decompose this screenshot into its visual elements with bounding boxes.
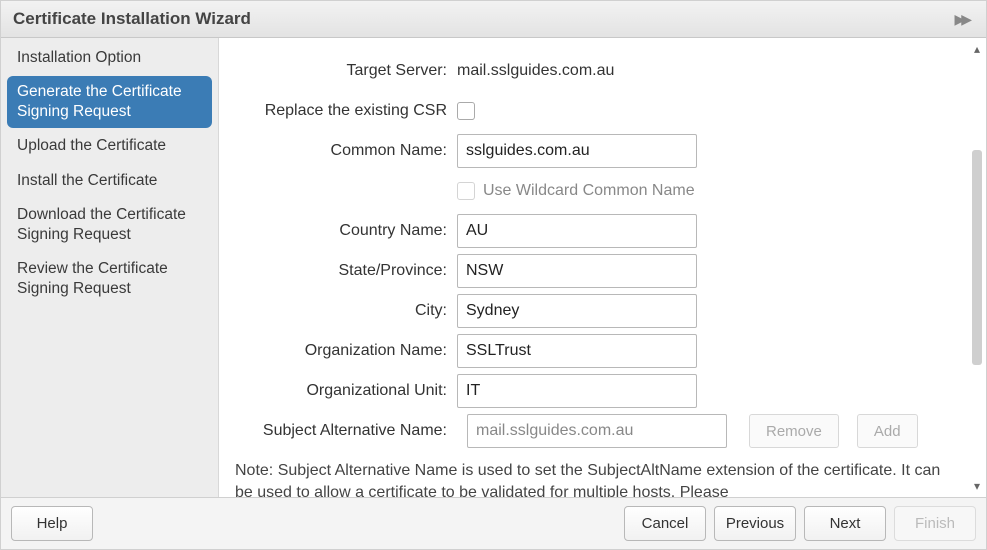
main-panel: Target Server: mail.sslguides.com.au Rep…: [219, 38, 986, 497]
footer: Help Cancel Previous Next Finish: [1, 497, 986, 549]
label-common-name: Common Name:: [229, 142, 457, 160]
cancel-button[interactable]: Cancel: [624, 506, 706, 541]
body: Installation Option Generate the Certifi…: [1, 38, 986, 497]
scroll-thumb[interactable]: [972, 150, 982, 365]
label-state: State/Province:: [229, 262, 457, 280]
step-installation-option[interactable]: Installation Option: [7, 42, 212, 74]
sidebar: Installation Option Generate the Certifi…: [1, 38, 219, 497]
label-city: City:: [229, 302, 457, 320]
add-san-button[interactable]: Add: [857, 414, 918, 448]
scroll-track[interactable]: [972, 60, 982, 475]
step-upload-certificate[interactable]: Upload the Certificate: [7, 130, 212, 162]
scrollbar[interactable]: ▴ ▾: [968, 38, 986, 497]
input-org-name[interactable]: [457, 334, 697, 368]
next-button[interactable]: Next: [804, 506, 886, 541]
sidebar-item-label: Download the Certificate Signing Request: [17, 206, 186, 243]
label-country: Country Name:: [229, 222, 457, 240]
remove-san-button[interactable]: Remove: [749, 414, 839, 448]
sidebar-item-label: Installation Option: [17, 49, 141, 66]
sidebar-item-label: Review the Certificate Signing Request: [17, 260, 168, 297]
window-title: Certificate Installation Wizard: [13, 9, 251, 29]
help-button[interactable]: Help: [11, 506, 93, 541]
input-city[interactable]: [457, 294, 697, 328]
input-san[interactable]: [467, 414, 727, 448]
label-org-unit: Organizational Unit:: [229, 382, 457, 400]
label-org-name: Organization Name:: [229, 342, 457, 360]
scroll-down-icon[interactable]: ▾: [974, 479, 980, 493]
form-area: Target Server: mail.sslguides.com.au Rep…: [219, 38, 968, 497]
value-target-server: mail.sslguides.com.au: [457, 62, 614, 80]
previous-button[interactable]: Previous: [714, 506, 796, 541]
step-generate-csr[interactable]: Generate the Certificate Signing Request: [7, 76, 212, 128]
input-common-name[interactable]: [457, 134, 697, 168]
checkbox-replace-csr[interactable]: [457, 102, 475, 120]
sidebar-item-label: Upload the Certificate: [17, 137, 166, 154]
label-replace-csr: Replace the existing CSR: [229, 102, 457, 120]
san-note: Note: Subject Alternative Name is used t…: [235, 460, 942, 497]
finish-button: Finish: [894, 506, 976, 541]
label-target-server: Target Server:: [229, 62, 457, 80]
expand-arrows-icon[interactable]: ▶▶: [954, 11, 974, 28]
label-use-wildcard: Use Wildcard Common Name: [483, 182, 695, 200]
titlebar: Certificate Installation Wizard ▶▶: [1, 1, 986, 38]
step-download-csr[interactable]: Download the Certificate Signing Request: [7, 199, 212, 251]
sidebar-item-label: Install the Certificate: [17, 172, 157, 189]
step-review-csr[interactable]: Review the Certificate Signing Request: [7, 253, 212, 305]
step-install-certificate[interactable]: Install the Certificate: [7, 165, 212, 197]
input-country[interactable]: [457, 214, 697, 248]
input-org-unit[interactable]: [457, 374, 697, 408]
scroll-up-icon[interactable]: ▴: [974, 42, 980, 56]
checkbox-use-wildcard[interactable]: [457, 182, 475, 200]
label-san: Subject Alternative Name:: [229, 422, 457, 440]
input-state[interactable]: [457, 254, 697, 288]
sidebar-item-label: Generate the Certificate Signing Request: [17, 83, 182, 120]
